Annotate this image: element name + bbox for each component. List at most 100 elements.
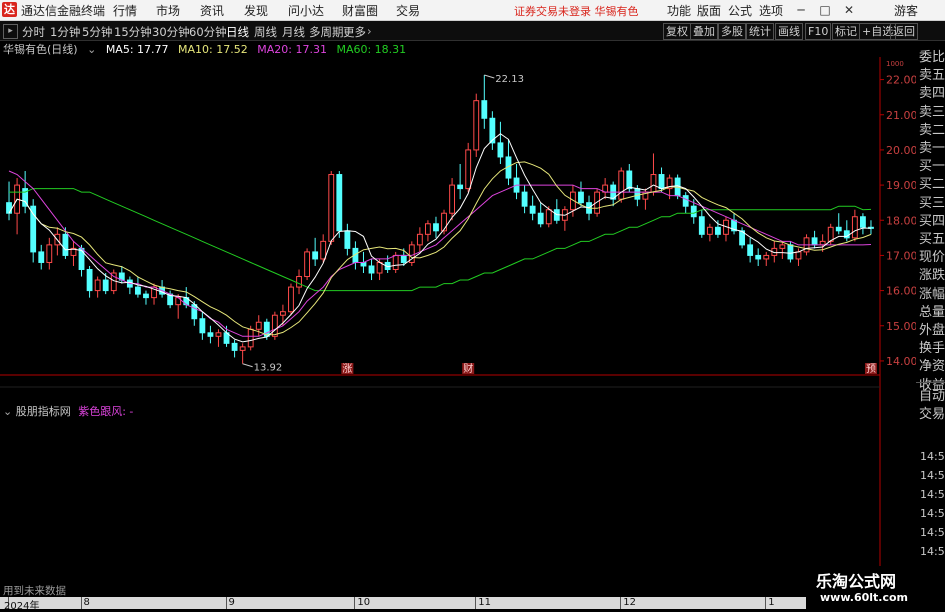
candle-body: [795, 251, 802, 260]
candle-body: [449, 184, 455, 214]
more-chevron-icon[interactable]: ›: [367, 24, 372, 38]
minimize-icon[interactable]: ─: [790, 1, 812, 19]
diejia-button[interactable]: 叠加: [690, 23, 718, 40]
ma10-value: MA10: 17.52: [178, 43, 248, 56]
tab-multi-period[interactable]: 多周期: [309, 24, 344, 40]
quote-field-label: 总量: [919, 304, 945, 320]
tick-time: 14:56: [920, 488, 945, 501]
quote-field-label: 卖三: [919, 104, 945, 120]
app-logo-icon: 达: [2, 2, 17, 17]
candle-body: [199, 318, 206, 334]
quote-field-label: 委比: [919, 50, 945, 65]
candle-body: [376, 261, 383, 274]
menu-shichang[interactable]: 市场: [156, 2, 180, 19]
y-tick-label: 15.00: [886, 320, 916, 333]
candle-body: [102, 279, 109, 292]
kline-chart[interactable]: 22.13 13.92 涨 财 预 14.00 15.00 16.00 17.00 18.00 1…: [0, 57, 916, 597]
candle-body: [626, 170, 633, 190]
huaxian-button[interactable]: 画线: [775, 23, 803, 40]
candle-body: [682, 195, 689, 207]
tab-60min[interactable]: 60分钟: [189, 24, 227, 40]
y-tick-label: 16.00: [886, 285, 916, 298]
maximize-icon[interactable]: □: [814, 1, 836, 19]
sub-indicator-settings-icon[interactable]: ⌄: [3, 405, 16, 418]
tab-15min[interactable]: 15分钟: [114, 24, 152, 40]
tab-5min[interactable]: 5分钟: [82, 24, 112, 40]
menu-caifuquan[interactable]: 财富圈: [342, 2, 378, 19]
tab-30min[interactable]: 30分钟: [152, 24, 190, 40]
candle-body: [247, 328, 254, 348]
candle-body: [481, 100, 488, 119]
candle-body: [312, 251, 319, 260]
quote-side-panel: 委比 卖五 卖四 卖三 卖二 卖一 买一 买二 买三 买四 买五 现价 涨跌 涨幅 总量 外盘 换手 净资 收益 自动…: [916, 44, 945, 609]
candle-body: [231, 342, 238, 351]
candle-body: [416, 233, 423, 246]
quote-field-label: 卖二: [919, 122, 945, 138]
candle-body: [779, 244, 786, 249]
menu-zixun[interactable]: 资讯: [200, 2, 224, 19]
candle-body: [425, 223, 431, 235]
quote-field-label: 买二: [919, 177, 945, 193]
candle-body: [6, 202, 12, 214]
back-button[interactable]: 返回: [890, 23, 918, 40]
x-tick: [225, 597, 227, 609]
stock-title: 华锡有色(日线): [3, 43, 78, 56]
x-tick-label: 12: [623, 597, 636, 608]
ma-info-line: 华锡有色(日线) ⌄ MA5: 17.77 MA10: 17.52 MA20: …: [0, 41, 412, 57]
tongji-button[interactable]: 统计: [746, 23, 774, 40]
candle-body: [473, 100, 480, 151]
menu-jiaoyi[interactable]: 交易: [396, 2, 420, 19]
tab-1min[interactable]: 1分钟: [50, 24, 80, 40]
watermark-url: www.60lt.com: [820, 591, 909, 604]
candle-body: [521, 191, 528, 207]
quote-field-label: 净资: [919, 359, 945, 375]
high-label: 22.13: [495, 74, 524, 85]
tab-fenshi[interactable]: 分时: [22, 24, 45, 40]
candle-body: [811, 237, 818, 246]
tab-monthly[interactable]: 月线: [282, 24, 305, 40]
quote-field-label: 买一: [919, 159, 945, 175]
candle-body: [86, 268, 93, 292]
ma-settings-icon[interactable]: ⌄: [87, 43, 96, 56]
fuquan-button[interactable]: 复权: [663, 23, 691, 40]
menu-gongneng[interactable]: 功能: [667, 2, 691, 19]
tick-time: 14:56: [920, 545, 945, 558]
user-guest[interactable]: 游客: [894, 2, 918, 19]
tab-daily[interactable]: 日线: [226, 24, 249, 40]
menu-gongshi[interactable]: 公式: [728, 2, 752, 19]
f10-button[interactable]: F10: [805, 23, 832, 40]
candle-body: [763, 254, 770, 260]
menu-banmian[interactable]: 版面: [697, 2, 721, 19]
title-bar: 达 通达信金融终端 行情 市场 资讯 发现 问小达 财富圈 交易 证券交易未登录…: [0, 0, 945, 21]
candle-body: [280, 311, 286, 316]
x-tick: [620, 597, 622, 609]
candle-body: [296, 276, 302, 288]
auto-trade-label[interactable]: 自动: [919, 385, 945, 404]
biaoji-button[interactable]: 标记: [832, 23, 860, 40]
close-icon[interactable]: ✕: [838, 1, 860, 19]
menu-wenxiaoda[interactable]: 问小达: [288, 2, 324, 19]
ma5-value: MA5: 17.77: [105, 43, 169, 56]
candle-body: [46, 244, 53, 263]
candle-body: [255, 321, 262, 330]
tab-more[interactable]: 更多: [343, 24, 366, 40]
duogu-button[interactable]: 多股: [718, 23, 746, 40]
quote-field-label: 涨幅: [919, 286, 945, 302]
time-axis: 2024年 8 9 10 11 12 1: [0, 597, 916, 612]
tab-weekly[interactable]: 周线: [254, 24, 277, 40]
candle-body: [400, 254, 407, 263]
x-tick: [765, 597, 767, 609]
candle-body: [344, 230, 351, 249]
menu-hangqing[interactable]: 行情: [113, 2, 137, 19]
menu-xuanxiang[interactable]: 选项: [759, 2, 783, 19]
x-tick-label: 10: [357, 597, 371, 608]
menu-faxian[interactable]: 发现: [244, 2, 268, 19]
quote-field-label: 外盘: [919, 323, 945, 338]
candle-body: [135, 286, 141, 295]
tick-time: 14:56: [920, 507, 945, 520]
x-tick-label: 2024年: [4, 601, 40, 612]
auto-trade-label[interactable]: 交易: [919, 403, 945, 422]
ma10-line: [8, 161, 872, 336]
tabbar-toggle-icon[interactable]: ▸: [3, 24, 18, 39]
y-tick-label: 19.00: [886, 179, 916, 192]
